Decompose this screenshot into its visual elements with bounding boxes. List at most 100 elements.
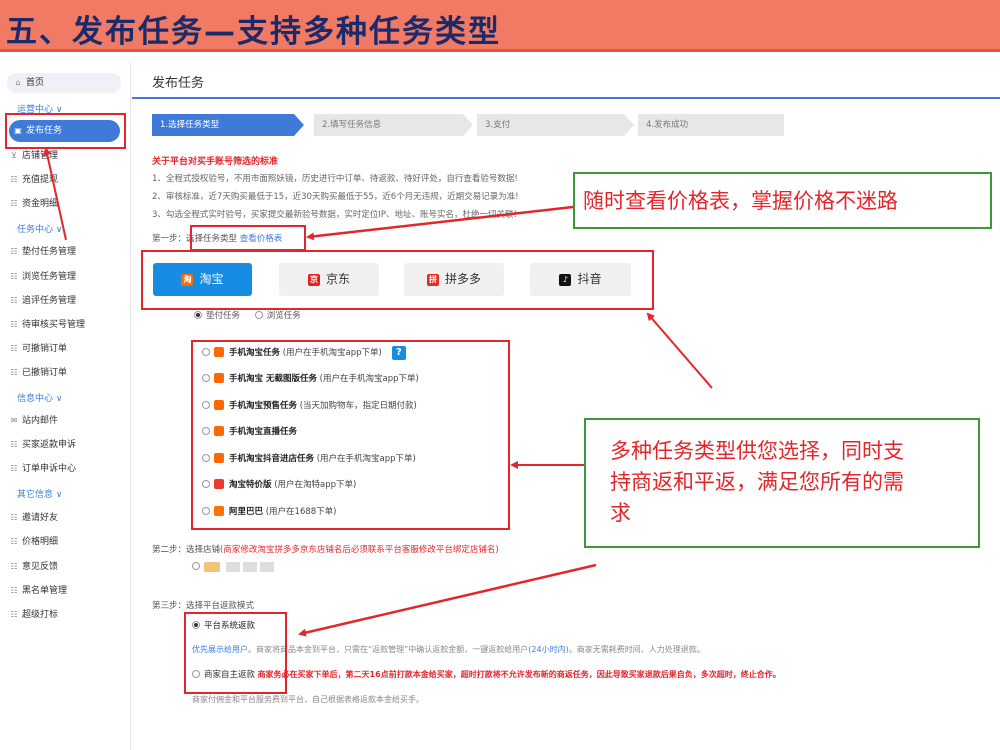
sidebar-group-tasks[interactable]: 任务中心 ∨ — [17, 222, 62, 235]
list-icon: ☷ — [10, 247, 18, 256]
page-header: 发布任务 — [132, 62, 1000, 99]
sidebar-item-home[interactable]: ⌂ 首页 — [7, 73, 121, 93]
sidebar-item-blacklist[interactable]: ☷ 黑名单管理 — [9, 582, 67, 599]
sidebar-item-label: 意见反馈 — [22, 562, 59, 572]
step-4: 4.发布成功 — [638, 114, 784, 136]
sidebar: ⌂ 首页 运营中心 ∨ ▣ 发布任务 ⊻ 店铺管理 ☷ 充值提现 ☷ 资金明细 任务中心 … — [0, 62, 131, 750]
step-arrow — [294, 114, 304, 136]
list-icon: ☷ — [10, 562, 18, 571]
callout-types-line: 持商返和平返，满足您所有的需 — [610, 470, 904, 494]
callout-types-line: 多种任务类型供您选择，同时支 — [610, 439, 904, 463]
refund-merchant-option[interactable]: 商家自主返款 商家务必在买家下单后，第二天16点前打款本金给买家，超时打款将不允… — [192, 668, 937, 680]
sidebar-item-label: 黑名单管理 — [22, 586, 68, 596]
cart-icon: ⊻ — [11, 151, 17, 160]
shop-logo-blurred — [204, 562, 220, 572]
step-arrow — [463, 114, 473, 136]
sidebar-item-feedback[interactable]: ☷ 意见反馈 — [9, 558, 58, 575]
list-icon: ☷ — [10, 368, 18, 377]
list-icon: ☷ — [10, 440, 18, 449]
sidebar-item-refund-appeal[interactable]: ☷ 买家返款申诉 — [9, 436, 76, 453]
sidebar-item-label: 店铺管理 — [22, 151, 59, 161]
list-icon: ☷ — [10, 175, 18, 184]
list-icon: ☷ — [10, 513, 18, 522]
sidebar-item-mail[interactable]: ✉ 站内邮件 — [9, 412, 58, 429]
sidebar-item-label: 买家返款申诉 — [22, 440, 77, 450]
sidebar-item-order-appeal[interactable]: ☷ 订单申诉中心 — [9, 460, 76, 477]
shop-name-blurred — [226, 562, 240, 572]
desc-body: 。商家将商品本金到平台，只需在“返款管理”中确认返款金额，一键返款给用户 — [248, 645, 529, 654]
desc-tail: 。商家无需耗费时间、人力处理退款。 — [568, 645, 705, 654]
task-mode-label: 浏览任务 — [266, 311, 301, 321]
annotation-box-platforms — [141, 250, 654, 310]
slide-banner: 五、发布任务—支持多种任务类型 — [0, 0, 1000, 52]
annotation-box-task-types — [191, 340, 510, 530]
rule-line: 3、勾选全程式实时验号，买家提交最新验号数据，实时定位IP、地址、账号实名，杜绝… — [152, 210, 517, 220]
sidebar-item-super-tag[interactable]: ☷ 超级打标 — [9, 606, 58, 623]
task-mode-advance[interactable]: 垫付任务 — [194, 310, 241, 321]
shop-name-blurred — [260, 562, 274, 572]
shop-option[interactable] — [192, 562, 277, 573]
step2-label-row: 第二步：选择店铺(商家修改淘宝拼多多京东店铺名后必须联系平台客服修改平台绑定店铺… — [152, 543, 499, 555]
list-icon: ☷ — [10, 199, 18, 208]
desc-time: (24小时内) — [528, 645, 569, 654]
rules-title: 关于平台对买手账号筛选的标准 — [152, 157, 279, 167]
annotation-box-refund-modes — [184, 612, 287, 694]
sidebar-item-label: 充值提现 — [22, 175, 59, 185]
refund-merchant-warning: 商家务必在买家下单后，第二天16点前打款本金给买家，超时打款将不允许发布新的商返… — [257, 670, 781, 679]
callout-types-line: 求 — [610, 501, 631, 525]
sidebar-item-price-detail[interactable]: ☷ 价格明细 — [9, 533, 58, 550]
banner-title: 五、发布任务—支持多种任务类型 — [6, 14, 501, 50]
sidebar-group-info[interactable]: 信息中心 ∨ — [17, 391, 62, 404]
annotation-box-sidebar — [5, 113, 126, 149]
sidebar-item-label: 垫付任务管理 — [22, 247, 77, 257]
task-mode-browse[interactable]: 浏览任务 — [254, 310, 301, 321]
sidebar-item-advance-tasks[interactable]: ☷ 垫付任务管理 — [9, 243, 76, 260]
sidebar-item-invite[interactable]: ☷ 邀请好友 — [9, 509, 58, 526]
sidebar-item-label: 浏览任务管理 — [22, 272, 77, 282]
sidebar-item-recharge[interactable]: ☷ 充值提现 — [9, 171, 58, 188]
step-arrow — [624, 114, 634, 136]
step2-note: (商家修改淘宝拼多多京东店铺名后必须联系平台客服修改平台绑定店铺名) — [220, 545, 499, 555]
step-2: 2.填写任务信息 — [314, 114, 463, 136]
rule-line: 2、审核标准，近7天购买最低于15，近30天购买最低于55，近6个月无违规，近期… — [152, 192, 519, 202]
sidebar-item-funds[interactable]: ☷ 资金明细 — [9, 195, 58, 212]
radio-checked-icon — [194, 310, 202, 319]
step-1: 1.选择任务类型 — [152, 114, 294, 136]
sidebar-item-label: 价格明细 — [22, 537, 59, 547]
sidebar-item-label: 超级打标 — [22, 610, 59, 620]
home-icon: ⌂ — [15, 78, 21, 87]
list-icon: ☷ — [10, 537, 18, 546]
sidebar-item-label: 首页 — [26, 78, 45, 88]
sidebar-item-label: 可撤销订单 — [22, 344, 68, 354]
rule-line: 1、全程式授权验号，不用市面照妖镜，历史进行中订单、待返款、待好评处，自行查看验… — [152, 174, 518, 184]
radio-icon — [254, 310, 263, 319]
sidebar-item-label: 已撤销订单 — [22, 368, 68, 378]
mail-icon: ✉ — [10, 416, 18, 425]
list-icon: ☷ — [10, 344, 18, 353]
task-mode-label: 垫付任务 — [206, 311, 241, 321]
list-icon: ☷ — [10, 464, 18, 473]
sidebar-item-revocable-orders[interactable]: ☷ 可撤销订单 — [9, 340, 67, 357]
sidebar-item-label: 站内邮件 — [22, 416, 59, 426]
sidebar-item-shop-manage[interactable]: ⊻ 店铺管理 — [9, 147, 58, 164]
callout-types: 多种任务类型供您选择，同时支 持商返和平返，满足您所有的需 求 — [584, 418, 980, 548]
list-icon: ☷ — [10, 586, 18, 595]
refund-merchant-desc: 商家付佣金和平台服务费到平台，自己根据表格返款本金给买手。 — [192, 695, 424, 704]
page-title: 发布任务 — [152, 76, 205, 91]
callout-price: 随时查看价格表，掌握价格不迷路 — [573, 172, 992, 229]
sidebar-group-other[interactable]: 其它信息 ∨ — [17, 487, 62, 500]
shop-name-blurred — [243, 562, 257, 572]
step3-label: 第三步：选择平台返款模式 — [152, 601, 255, 611]
sidebar-item-revoked-orders[interactable]: ☷ 已撤销订单 — [9, 364, 67, 381]
sidebar-item-review-tasks[interactable]: ☷ 追评任务管理 — [9, 292, 76, 309]
step2-label: 第二步：选择店铺 — [152, 545, 221, 555]
sidebar-item-pending-accounts[interactable]: ☷ 待审核买号管理 — [9, 316, 85, 333]
callout-price-text: 随时查看价格表，掌握价格不迷路 — [583, 189, 898, 213]
list-icon: ☷ — [10, 272, 18, 281]
sidebar-item-label: 订单申诉中心 — [22, 464, 77, 474]
radio-icon — [192, 562, 200, 570]
list-icon: ☷ — [10, 320, 18, 329]
sidebar-item-browse-tasks[interactable]: ☷ 浏览任务管理 — [9, 268, 76, 285]
sidebar-item-label: 追评任务管理 — [22, 296, 77, 306]
sidebar-item-label: 待审核买号管理 — [22, 320, 86, 330]
